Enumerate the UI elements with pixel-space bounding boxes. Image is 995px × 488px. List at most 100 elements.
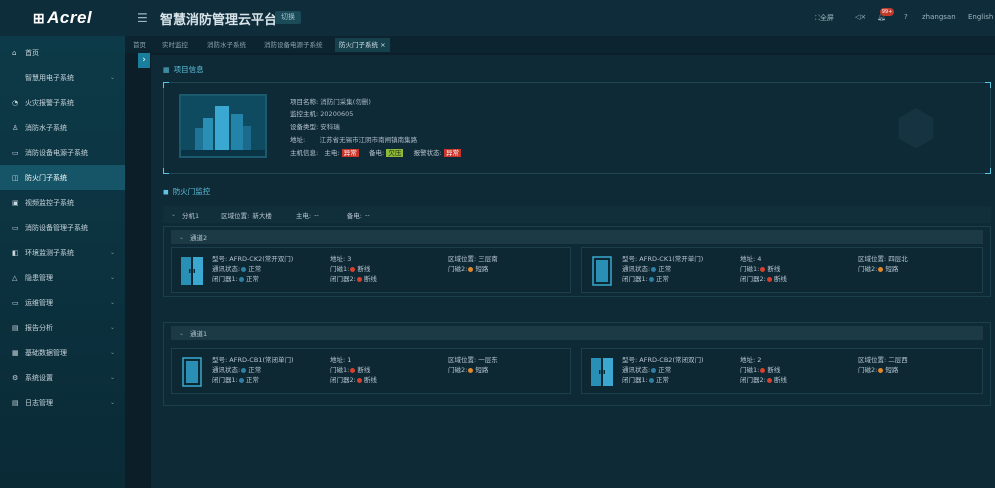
sidebar-item-basic-data[interactable]: ▦ 基础数据管理 ⌄ xyxy=(0,340,125,365)
language-switch[interactable]: English xyxy=(968,13,993,21)
status-dot xyxy=(766,276,772,282)
sidebar-item-smart-power[interactable]: 智慧用电子系统 ⌄ xyxy=(0,65,125,90)
chevron-down-icon: ⌄ xyxy=(109,374,115,381)
closer1-status: 闭门器1: 正常 xyxy=(622,374,669,384)
comm-status: 通讯状态: 正常 xyxy=(212,364,261,374)
sidebar-item-equipment[interactable]: ▭ 消防设备管理子系统 xyxy=(0,215,125,240)
fire-door-icon xyxy=(590,256,614,286)
closer2-label: 闭门器2: xyxy=(330,275,356,283)
tab-1[interactable]: 实时监控 xyxy=(158,38,192,52)
sidebar-item-home[interactable]: ⌂ 首页 xyxy=(0,40,125,65)
sidebar-item-label: 基础数据管理 xyxy=(25,348,67,357)
channel-header[interactable]: ⌄ 通道1 xyxy=(171,326,983,340)
sidebar-item-video[interactable]: ▣ 视频监控子系统 xyxy=(0,190,125,215)
status-dot xyxy=(760,266,766,272)
device-type: 设备类型: 安科瑞 xyxy=(290,121,340,131)
tab-3[interactable]: 消防设备电源子系统 xyxy=(260,38,327,52)
sidebar-item-label: 智慧用电子系统 xyxy=(25,73,74,82)
door-model: 型号: AFRD-CK2(常开双门) xyxy=(212,255,294,263)
sidebar-home-icon: ⌂ xyxy=(12,48,17,57)
sound-icon[interactable]: ◁× xyxy=(855,13,866,21)
sidebar-item-fire-alarm[interactable]: ◔ 火灾报警子系统 xyxy=(0,90,125,115)
door-card[interactable]: 型号: AFRD-CK2(常开双门) 通讯状态: 正常 闭门器1: 正常 地址: 3 门磁1… xyxy=(171,247,571,293)
channel-header[interactable]: ⌄ 通道2 xyxy=(171,230,983,244)
door-card[interactable]: 型号: AFRD-CK1(常开单门) 通讯状态: 正常 闭门器1: 正常 地址: 4 门磁1… xyxy=(581,247,983,293)
status-dot xyxy=(350,266,356,272)
switch-button[interactable]: 切换 xyxy=(275,11,301,24)
sidebar-item-fire-water[interactable]: ♙ 消防水子系统 xyxy=(0,115,125,140)
door-model: 型号: AFRD-CB2(常闭双门) xyxy=(622,356,704,364)
chevron-down-icon: ⌄ xyxy=(109,249,115,256)
comm-status-label: 通讯状态: xyxy=(212,265,241,273)
branch-name: 分机1 xyxy=(182,211,200,220)
door-card[interactable]: 型号: AFRD-CB1(常闭单门) 通讯状态: 正常 闭门器1: 正常 地址: 1 门磁1… xyxy=(171,348,571,394)
closer1-label: 闭门器1: xyxy=(212,275,238,283)
comm-status-value: 正常 xyxy=(658,366,672,374)
sidebar-item-settings[interactable]: ⚙ 系统设置 ⌄ xyxy=(0,365,125,390)
sidebar-item-report[interactable]: ▤ 报告分析 ⌄ xyxy=(0,315,125,340)
door1-status: 门磁1: 断线 xyxy=(740,263,780,273)
tab-label: 防火门子系统 xyxy=(339,41,378,49)
door1-label: 门磁1: xyxy=(330,265,350,273)
tab-label: 实时监控 xyxy=(162,41,188,49)
project-name-label: 项目名称: xyxy=(290,98,319,106)
sidebar-item-log[interactable]: ▤ 日志管理 ⌄ xyxy=(0,390,125,415)
sidebar-item-fire-door[interactable]: ◫ 防火门子系统 xyxy=(0,165,125,190)
tab-label: 消防设备电源子系统 xyxy=(264,41,323,49)
sidebar-environment-icon: ◧ xyxy=(12,248,19,257)
sidebar-item-label: 消防水子系统 xyxy=(25,123,67,132)
tab-label: 消防水子系统 xyxy=(207,41,246,49)
door-card[interactable]: 型号: AFRD-CB2(常闭双门) 通讯状态: 正常 闭门器1: 正常 地址: 2 门磁1… xyxy=(581,348,983,394)
sidebar-settings-icon: ⚙ xyxy=(12,373,19,382)
host-info-label: 主机信息: xyxy=(290,149,319,157)
close-icon[interactable]: × xyxy=(380,41,385,49)
sidebar-basic-data-icon: ▦ xyxy=(12,348,19,357)
closer1-value: 正常 xyxy=(655,275,669,283)
main-power-badge: 异常 xyxy=(341,149,359,157)
closer1-label: 闭门器1: xyxy=(622,275,648,283)
branch-area-label: 区域位置: xyxy=(221,211,250,220)
comm-status-label: 通讯状态: xyxy=(212,366,241,374)
branch-header[interactable]: ⌄ 分机1 区域位置: 新大楼 主电: -- 备电: -- xyxy=(163,206,991,223)
sidebar-fire-water-icon: ♙ xyxy=(12,123,19,132)
tab-2[interactable]: 消防水子系统 xyxy=(203,38,250,52)
help-icon[interactable]: ? xyxy=(904,13,908,21)
branch-backup-value: -- xyxy=(364,210,370,219)
status-dot xyxy=(651,367,657,373)
corner-deco xyxy=(985,82,991,88)
sidebar-item-hazard[interactable]: △ 隐患管理 ⌄ xyxy=(0,265,125,290)
status-dot xyxy=(241,367,247,373)
status-dot xyxy=(468,367,474,373)
sidebar-fire-door-icon: ◫ xyxy=(12,173,19,182)
door1-value: 断线 xyxy=(767,366,781,374)
collapse-arrow-icon[interactable]: › xyxy=(138,53,150,68)
sidebar-item-label: 火灾报警子系统 xyxy=(25,98,74,107)
closer2-label: 闭门器2: xyxy=(740,376,766,384)
sidebar-item-maintenance[interactable]: ▭ 运维管理 ⌄ xyxy=(0,290,125,315)
fullscreen-label: 全屏 xyxy=(819,14,834,22)
device-type-label: 设备类型: xyxy=(290,123,319,131)
fullscreen-button[interactable]: ⛶全屏 xyxy=(815,13,834,23)
sidebar-item-environment[interactable]: ◧ 环境监测子系统 ⌄ xyxy=(0,240,125,265)
sidebar-item-label: 消防设备管理子系统 xyxy=(25,223,88,232)
sidebar: ⌂ 首页 智慧用电子系统 ⌄ ◔ 火灾报警子系统 ♙ 消防水子系统 ▭ 消防设备电源子系统 ◫ 防火门… xyxy=(0,36,125,488)
alarm-status-badge: 异常 xyxy=(443,149,461,157)
closer1-label: 闭门器1: xyxy=(212,376,238,384)
sidebar-item-label: 运维管理 xyxy=(25,298,53,307)
sidebar-item-label: 环境监测子系统 xyxy=(25,248,74,257)
backup-power-label: 备电: xyxy=(369,149,385,157)
tab-4[interactable]: 防火门子系统 × xyxy=(335,38,390,52)
door1-status: 门磁1: 断线 xyxy=(330,364,370,374)
grid-icon: ▦ xyxy=(163,65,170,74)
tab-0[interactable]: 首页 xyxy=(129,38,150,52)
sidebar-log-icon: ▤ xyxy=(12,398,19,407)
menu-toggle-icon[interactable]: ☰ xyxy=(137,11,148,25)
project-info-box xyxy=(163,82,991,174)
user-name[interactable]: zhangsan xyxy=(922,13,956,21)
sidebar-item-label: 视频监控子系统 xyxy=(25,198,74,207)
chevron-down-icon: ⌄ xyxy=(171,211,177,218)
corner-deco xyxy=(163,168,169,174)
door2-label: 门磁2: xyxy=(448,366,468,374)
sidebar-item-fire-power[interactable]: ▭ 消防设备电源子系统 xyxy=(0,140,125,165)
door-address: 地址: 1 xyxy=(330,356,352,364)
